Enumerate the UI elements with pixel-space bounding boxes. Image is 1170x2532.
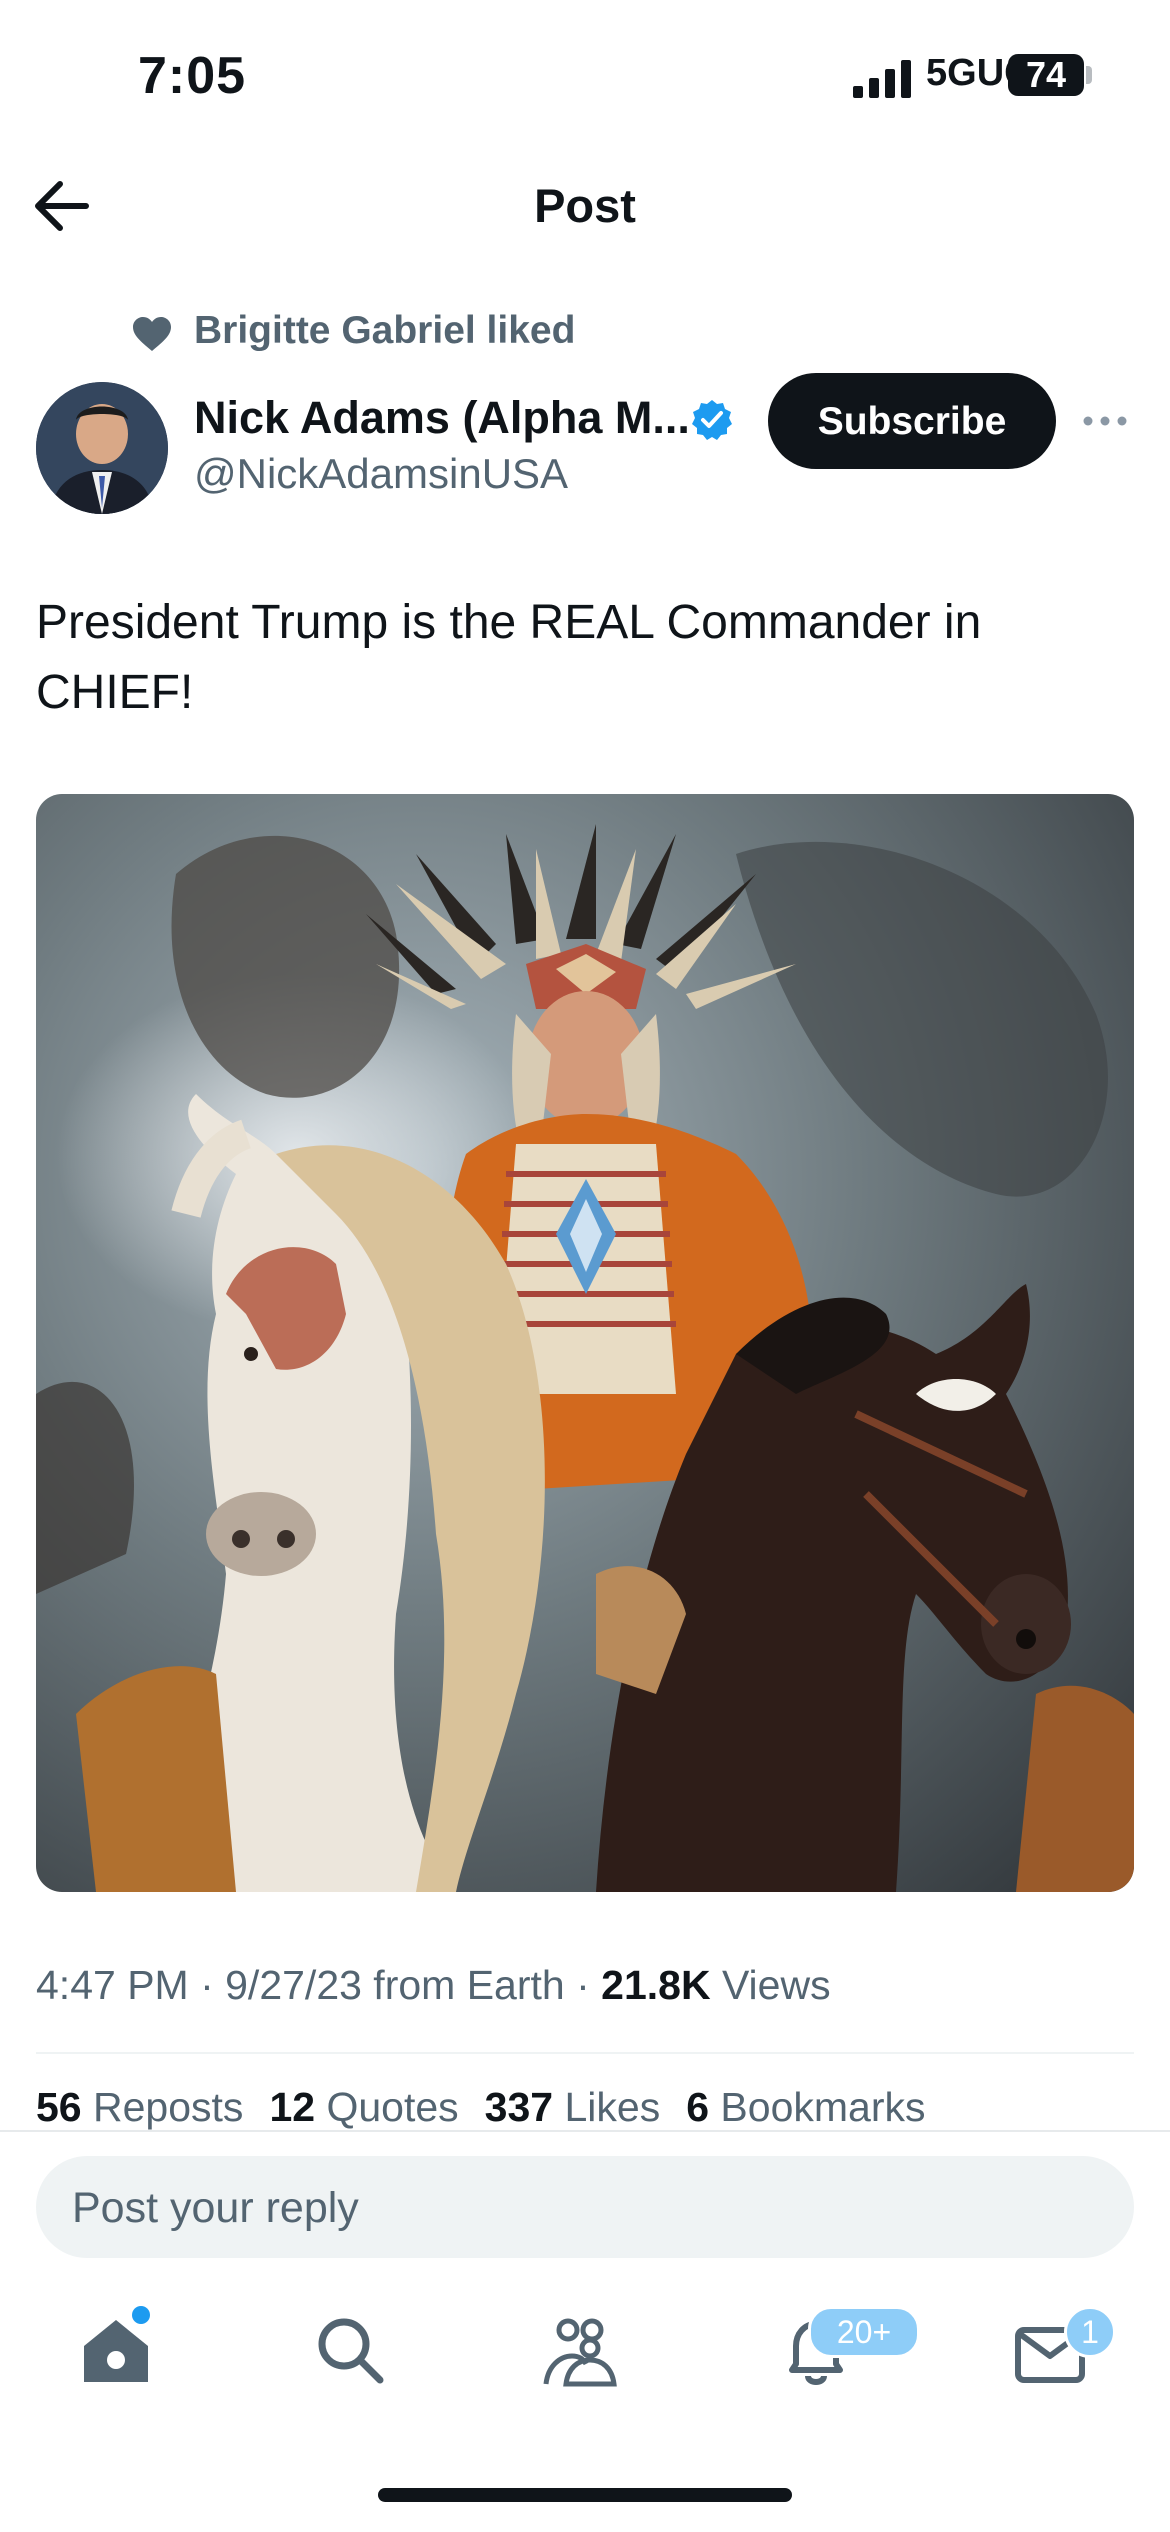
engagement-stats: 56 Reposts 12 Quotes 337 Likes 6 Bookmarks (36, 2084, 951, 2132)
notifications-badge: 20+ (808, 2306, 920, 2358)
post-image[interactable] (36, 794, 1134, 1892)
communities-icon[interactable] (540, 2310, 620, 2390)
author-display-name[interactable]: Nick Adams (Alpha M... (194, 392, 690, 444)
heart-icon (133, 317, 171, 351)
views-count: 21.8K (601, 1962, 711, 2008)
likes-stat[interactable]: 337 Likes (485, 2084, 661, 2130)
post-text: President Trump is the REAL Commander in… (36, 596, 982, 719)
home-unread-dot (132, 2306, 150, 2324)
messages-badge: 1 (1064, 2306, 1116, 2358)
divider (36, 2052, 1134, 2054)
search-icon[interactable] (310, 2310, 390, 2390)
more-options-icon[interactable] (1082, 408, 1128, 434)
page-title: Post (534, 179, 636, 232)
cellular-signal-icon (853, 60, 911, 98)
divider (0, 2130, 1170, 2132)
bookmarks-stat[interactable]: 6 Bookmarks (686, 2084, 925, 2130)
post-timestamp: 4:47 PM · 9/27/23 from Earth · (36, 1962, 602, 2008)
reposts-stat[interactable]: 56 Reposts (36, 2084, 243, 2130)
status-time: 7:05 (138, 47, 247, 105)
home-indicator (378, 2488, 792, 2502)
reply-placeholder[interactable]: Post your reply (72, 2184, 359, 2233)
back-arrow-icon[interactable] (32, 178, 92, 234)
subscribe-button[interactable]: Subscribe (768, 373, 1056, 469)
post-meta: 4:47 PM · 9/27/23 from Earth · 21.8K Vie… (36, 1962, 831, 2009)
battery-indicator: 74 (1008, 54, 1084, 96)
author-handle[interactable]: @NickAdamsinUSA (194, 450, 568, 498)
battery-cap (1086, 66, 1092, 84)
social-context-label[interactable]: Brigitte Gabriel liked (194, 309, 575, 353)
quotes-stat[interactable]: 12 Quotes (269, 2084, 458, 2130)
views-label: Views (710, 1962, 831, 2008)
avatar[interactable] (36, 382, 168, 514)
verified-badge-icon[interactable] (690, 398, 734, 442)
